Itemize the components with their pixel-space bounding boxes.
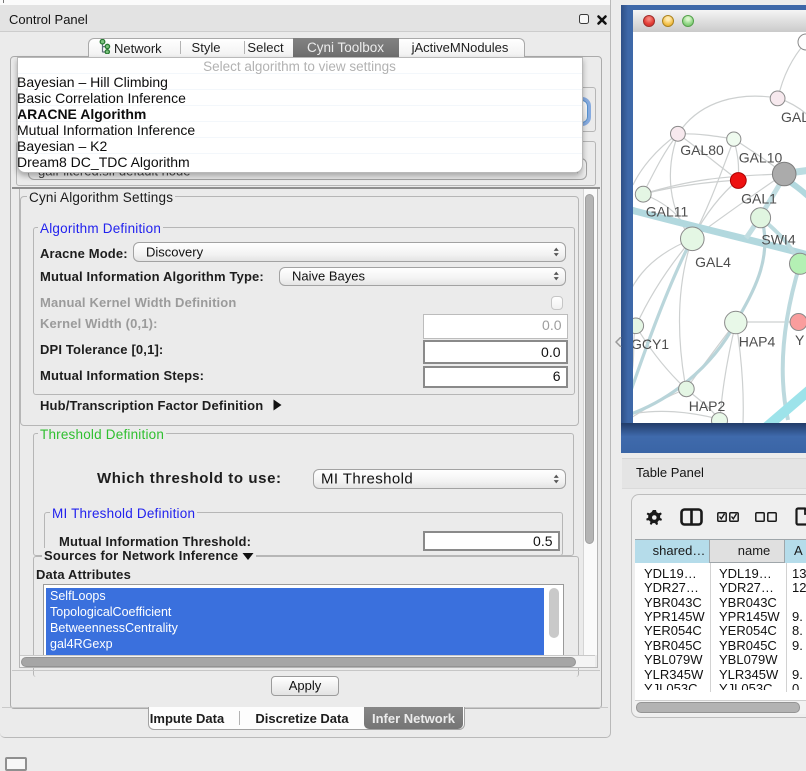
svg-text:GAL1: GAL1 (741, 191, 777, 207)
svg-text:Y: Y (795, 332, 805, 348)
svg-text:GAL2: GAL2 (781, 109, 806, 125)
svg-text:GCY1: GCY1 (633, 336, 669, 352)
svg-text:SWI4: SWI4 (761, 232, 795, 248)
svg-text:GAL11: GAL11 (646, 204, 689, 220)
svg-text:GAL10: GAL10 (739, 150, 783, 166)
svg-text:GAL80: GAL80 (680, 142, 724, 158)
svg-text:GAL4: GAL4 (695, 254, 731, 270)
svg-text:HAP2: HAP2 (689, 398, 726, 414)
svg-text:HAP4: HAP4 (739, 334, 776, 350)
